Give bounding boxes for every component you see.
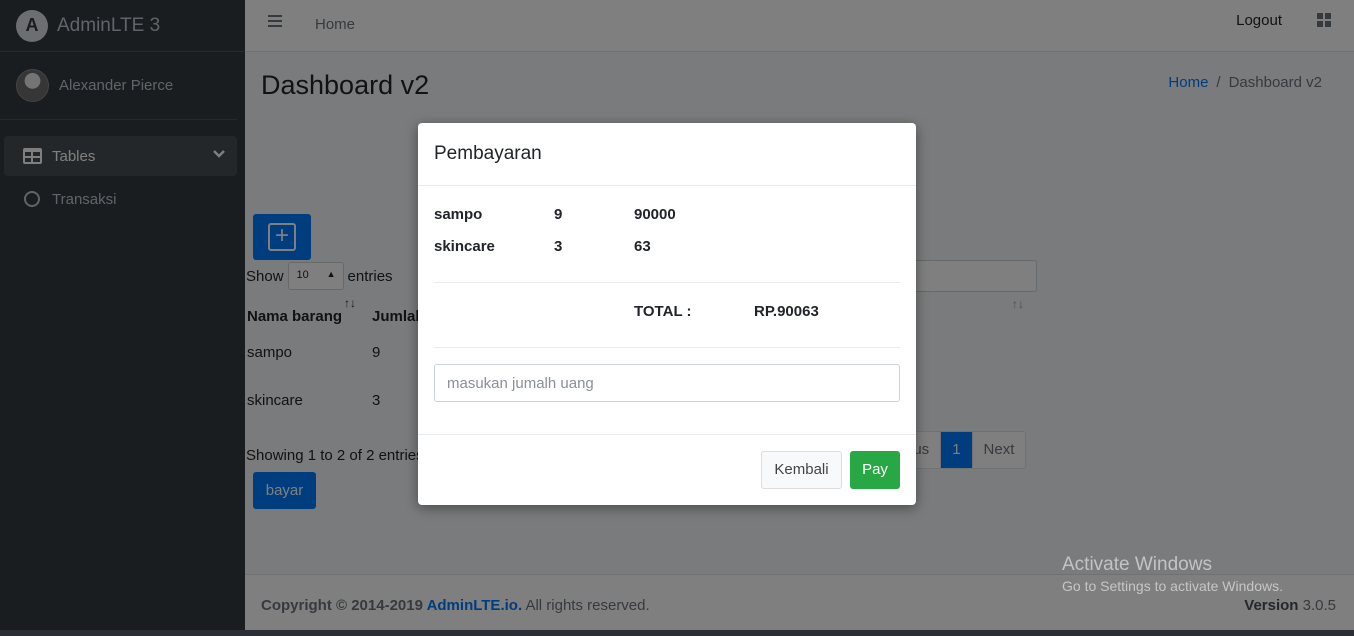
modal-item-qty: 3: [554, 238, 563, 255]
money-input[interactable]: masukan jumalh uang: [434, 364, 900, 402]
kembali-button[interactable]: Kembali: [761, 451, 842, 489]
modal-item-price: 90000: [634, 206, 676, 223]
watermark-title: Activate Windows: [1062, 554, 1212, 575]
total-value: RP.90063: [754, 303, 819, 320]
modal-item-name: skincare: [434, 238, 495, 255]
modal-title: Pembayaran: [418, 123, 916, 186]
modal-item-price: 63: [634, 238, 651, 255]
divider: [434, 282, 900, 283]
modal-item-name: sampo: [434, 206, 483, 223]
total-label: TOTAL :: [634, 303, 692, 320]
divider: [434, 347, 900, 348]
windows-activation-watermark: Activate Windows Go to Settings to activ…: [1062, 554, 1283, 594]
taskbar-edge: [0, 630, 1354, 636]
payment-modal: Pembayaran sampo 9 90000 skincare 3 63 T…: [418, 123, 916, 505]
modal-item-qty: 9: [554, 206, 563, 223]
watermark-subtitle: Go to Settings to activate Windows.: [1062, 578, 1283, 594]
pay-button[interactable]: Pay: [850, 451, 900, 489]
modal-footer-divider: [418, 434, 916, 435]
